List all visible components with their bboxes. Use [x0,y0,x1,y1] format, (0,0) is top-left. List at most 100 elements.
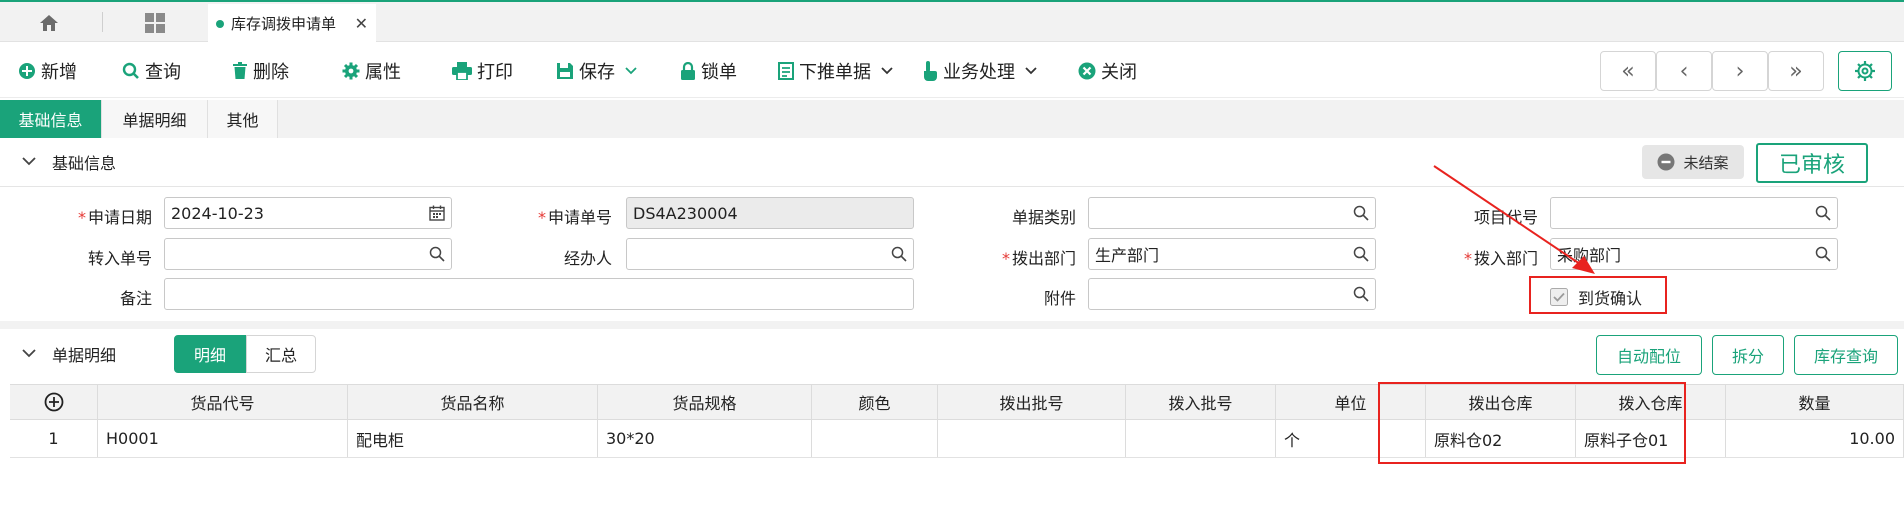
close-circle-icon [1078,62,1096,80]
out-dept-label: * 拨出部门 [1001,249,1076,268]
section-tabs: 基础信息 单据明细 其他 [0,100,1904,138]
basic-info-title: 基础信息 [52,154,117,173]
apply-no-field: DS4A230004 [626,197,914,229]
search-icon[interactable] [1815,246,1831,262]
new-label: 新增 [41,62,77,83]
section-divider [0,321,1904,329]
plus-circle-icon [19,63,35,79]
new-button[interactable]: 新增 [18,56,77,86]
remark-label: 备注 [119,289,152,308]
search-icon[interactable] [1353,205,1369,221]
last-record-icon: » [1789,58,1803,84]
search-icon[interactable] [1353,246,1369,262]
delete-label: 删除 [253,62,289,83]
status-badge-approved: 已审核 [1756,143,1868,183]
save-button[interactable]: 保存 [556,56,642,86]
first-record-button[interactable]: « [1600,51,1656,91]
chevron-down-icon[interactable] [22,346,36,362]
lock-label: 锁单 [701,62,737,83]
auto-allocate-button[interactable]: 自动配位 [1596,335,1702,375]
handler-label: 经办人 [563,249,612,268]
attach-label: 附件 [1043,289,1076,308]
column-header[interactable]: 货品代号 [98,385,348,419]
apply-no-label: * 申请单号 [537,208,612,227]
lock-button[interactable]: 锁单 [680,56,737,86]
query-button[interactable]: 查询 [122,56,181,86]
basic-info-header: 基础信息 [0,138,1904,186]
last-record-button[interactable]: » [1768,51,1824,91]
next-record-button[interactable]: › [1712,51,1768,91]
tab-detail[interactable]: 单据明细 [102,100,208,138]
handler-field[interactable] [626,238,914,270]
tab-basic-info[interactable]: 基础信息 [0,100,102,138]
tab-other[interactable]: 其他 [208,100,278,138]
column-header[interactable]: 货品名称 [348,385,598,419]
minus-circle-icon [1657,153,1675,171]
close-button[interactable]: 关闭 [1078,56,1137,86]
column-header[interactable]: 数量 [1726,385,1904,419]
grid-icon [145,13,165,33]
column-header[interactable]: 拨入批号 [1126,385,1276,419]
next-record-icon: › [1735,58,1745,84]
out-dept-value: 生产部门 [1095,246,1160,265]
doc-type-field[interactable] [1088,197,1376,229]
settings-button[interactable] [1838,51,1892,91]
gear-icon [342,62,360,80]
plus-circle-icon [44,392,63,412]
split-button[interactable]: 拆分 [1712,335,1784,375]
add-row-button[interactable] [10,385,98,419]
save-label: 保存 [579,62,615,83]
print-label: 打印 [477,62,513,83]
hand-pointer-icon [924,61,937,81]
inventory-query-button[interactable]: 库存查询 [1794,335,1898,375]
doc-type-label: 单据类别 [1011,208,1076,227]
cell-item-code[interactable]: H0001 [98,420,348,457]
apply-date-field[interactable]: 2024-10-23 [164,197,452,229]
cell-color[interactable] [812,420,938,457]
tab-detail-list[interactable]: 明细 [174,335,246,373]
search-icon[interactable] [1815,205,1831,221]
cell-item-name[interactable]: 配电柜 [348,420,598,457]
prev-record-icon: ‹ [1679,58,1689,84]
annotation-arrow [1433,165,1595,274]
delete-button[interactable]: 删除 [232,56,289,86]
attach-field[interactable] [1088,278,1376,310]
column-header[interactable]: 货品规格 [598,385,812,419]
search-icon [122,62,139,79]
tab-transfer-request[interactable]: 库存调拨申请单 ✕ [208,4,376,43]
cell-item-spec[interactable]: 30*20 [598,420,812,457]
column-header[interactable]: 颜色 [812,385,938,419]
chevron-down-icon [881,67,893,75]
out-dept-field[interactable]: 生产部门 [1088,238,1376,270]
status-open-label: 未结案 [1683,153,1729,172]
cell-in-batch[interactable] [1126,420,1276,457]
print-button[interactable]: 打印 [452,56,513,86]
home-tab[interactable] [14,4,84,42]
apps-tab[interactable] [110,4,200,42]
search-icon[interactable] [891,246,907,262]
business-button[interactable]: 业务处理 [922,56,1042,86]
in-no-field[interactable] [164,238,452,270]
push-down-button[interactable]: 下推单据 [778,56,898,86]
tab-divider [102,12,103,32]
cell-out-batch[interactable] [938,420,1126,457]
prev-record-button[interactable]: ‹ [1656,51,1712,91]
search-icon[interactable] [1353,286,1369,302]
chevron-down-icon[interactable] [22,154,36,170]
search-icon[interactable] [429,246,445,262]
push-down-label: 下推单据 [799,62,871,83]
tab-label: 库存调拨申请单 [231,15,337,33]
properties-button[interactable]: 属性 [342,56,401,86]
column-header[interactable]: 拨出批号 [938,385,1126,419]
close-icon[interactable]: ✕ [355,14,368,33]
trash-icon [233,62,247,79]
annotation-box-warehouses [1378,382,1686,464]
calendar-icon[interactable] [429,205,445,221]
cell-quantity[interactable]: 10.00 [1726,420,1904,457]
remark-field[interactable] [164,278,914,310]
first-record-icon: « [1621,58,1635,84]
tab-summary[interactable]: 汇总 [246,335,316,373]
status-badge-open: 未结案 [1642,145,1744,179]
query-label: 查询 [145,62,181,83]
apply-date-value: 2024-10-23 [171,203,264,223]
